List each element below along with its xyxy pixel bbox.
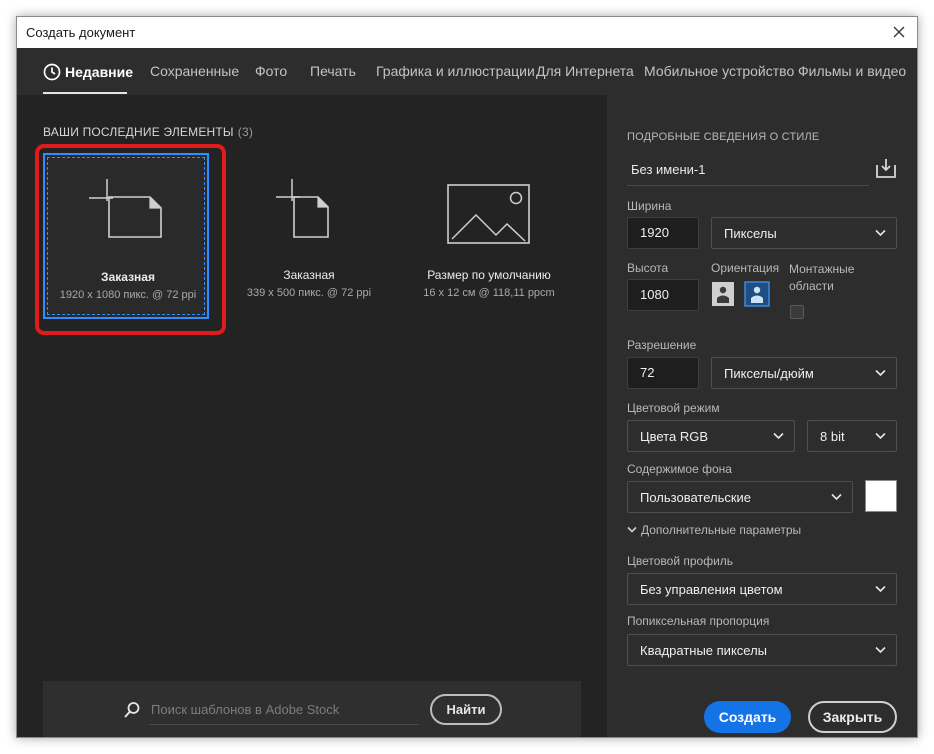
tab-web[interactable]: Для Интернета	[536, 63, 634, 79]
color-profile-select[interactable]: Без управления цветом	[627, 573, 897, 605]
color-mode-value: Цвета RGB	[640, 429, 708, 444]
artboards-label-line1: Монтажные	[789, 262, 855, 276]
tab-photo[interactable]: Фото	[255, 63, 287, 79]
chevron-down-icon	[773, 432, 784, 440]
background-contents-select[interactable]: Пользовательские	[627, 481, 853, 513]
portrait-document-icon	[226, 153, 392, 263]
background-contents-value: Пользовательские	[640, 490, 752, 505]
advanced-options-label: Дополнительные параметры	[641, 523, 802, 537]
color-mode-select[interactable]: Цвета RGB	[627, 420, 795, 452]
pixel-aspect-select[interactable]: Квадратные пикселы	[627, 634, 897, 666]
create-button[interactable]: Создать	[704, 701, 791, 733]
width-label: Ширина	[627, 199, 672, 213]
recent-item-name: Размер по умолчанию	[427, 268, 551, 282]
stock-search-bar: Найти	[43, 681, 581, 737]
recent-heading: ВАШИ ПОСЛЕДНИЕ ЭЛЕМЕНТЫ (3)	[43, 125, 253, 139]
find-button[interactable]: Найти	[430, 694, 502, 725]
recent-item-dims: 16 x 12 см @ 118,11 ppcm	[423, 287, 555, 299]
pixel-aspect-label: Попиксельная пропорция	[627, 614, 770, 628]
chevron-down-icon	[875, 229, 886, 237]
close-icon[interactable]	[887, 21, 911, 43]
tab-art-illustration[interactable]: Графика и иллюстрации	[376, 63, 535, 79]
window-title: Создать документ	[26, 25, 136, 40]
recent-item-custom-339[interactable]: Заказная 339 x 500 пикс. @ 72 ppi	[226, 153, 392, 319]
chevron-down-icon	[627, 526, 637, 533]
landscape-orientation-icon[interactable]	[744, 281, 770, 307]
recent-heading-label: ВАШИ ПОСЛЕДНИЕ ЭЛЕМЕНТЫ	[43, 125, 234, 139]
resolution-input[interactable]: 72	[627, 357, 699, 389]
bit-depth-select[interactable]: 8 bit	[807, 420, 897, 452]
image-placeholder-icon	[406, 153, 572, 263]
height-label: Высота	[627, 261, 669, 275]
resolution-label: Разрешение	[627, 338, 697, 352]
active-tab-indicator	[43, 92, 127, 94]
clock-icon	[43, 63, 61, 81]
stock-search-input[interactable]	[149, 695, 419, 725]
artboards-label-line2: области	[789, 279, 834, 293]
width-input[interactable]: 1920	[627, 217, 699, 249]
portrait-orientation-icon[interactable]	[711, 281, 735, 307]
title-bar: Создать документ	[17, 17, 917, 48]
details-heading: ПОДРОБНЫЕ СВЕДЕНИЯ О СТИЛЕ	[627, 131, 820, 143]
close-button[interactable]: Закрыть	[808, 701, 897, 733]
chevron-down-icon	[875, 369, 886, 377]
chevron-down-icon	[875, 432, 886, 440]
tab-saved[interactable]: Сохраненные	[150, 63, 239, 79]
width-unit-select[interactable]: Пикселы	[711, 217, 897, 249]
color-profile-value: Без управления цветом	[640, 582, 783, 597]
recent-item-dims: 339 x 500 пикс. @ 72 ppi	[246, 287, 372, 299]
document-name-field[interactable]: Без имени-1	[627, 153, 869, 186]
advanced-options-toggle[interactable]: Дополнительные параметры	[627, 523, 801, 537]
resolution-unit-select[interactable]: Пикселы/дюйм	[711, 357, 897, 389]
resolution-unit-value: Пикселы/дюйм	[724, 366, 814, 381]
search-icon	[123, 701, 141, 719]
new-document-dialog: Создать документ Недавние Сохраненные Фо…	[16, 16, 918, 738]
height-input[interactable]: 1080	[627, 279, 699, 311]
tab-recent[interactable]: Недавние	[43, 63, 133, 81]
color-profile-label: Цветовой профиль	[627, 554, 734, 568]
preset-tabs: Недавние Сохраненные Фото Печать Графика…	[17, 48, 917, 95]
chevron-down-icon	[831, 493, 842, 501]
background-color-swatch[interactable]	[865, 480, 897, 512]
color-mode-label: Цветовой режим	[627, 401, 720, 415]
recent-item-default-size[interactable]: Размер по умолчанию 16 x 12 см @ 118,11 …	[406, 153, 572, 319]
artboards-checkbox[interactable]	[790, 305, 804, 319]
background-contents-label: Содержимое фона	[627, 462, 732, 476]
orientation-label: Ориентация	[711, 261, 780, 275]
tab-mobile[interactable]: Мобильное устройство	[644, 63, 794, 79]
pixel-aspect-value: Квадратные пикселы	[640, 643, 768, 658]
highlight-frame	[35, 144, 226, 335]
recent-count: (3)	[237, 125, 254, 139]
bit-depth-value: 8 bit	[820, 429, 845, 444]
width-unit-value: Пикселы	[724, 226, 777, 241]
chevron-down-icon	[875, 646, 886, 654]
chevron-down-icon	[875, 585, 886, 593]
artboards-label: Монтажные области	[789, 261, 854, 295]
tab-print[interactable]: Печать	[310, 63, 356, 79]
tab-film-video[interactable]: Фильмы и видео	[798, 63, 906, 79]
preset-details-panel: ПОДРОБНЫЕ СВЕДЕНИЯ О СТИЛЕ Без имени-1 Ш…	[607, 95, 917, 737]
save-preset-icon[interactable]	[875, 157, 897, 179]
recent-item-name: Заказная	[283, 268, 335, 282]
tab-recent-label: Недавние	[65, 64, 134, 80]
